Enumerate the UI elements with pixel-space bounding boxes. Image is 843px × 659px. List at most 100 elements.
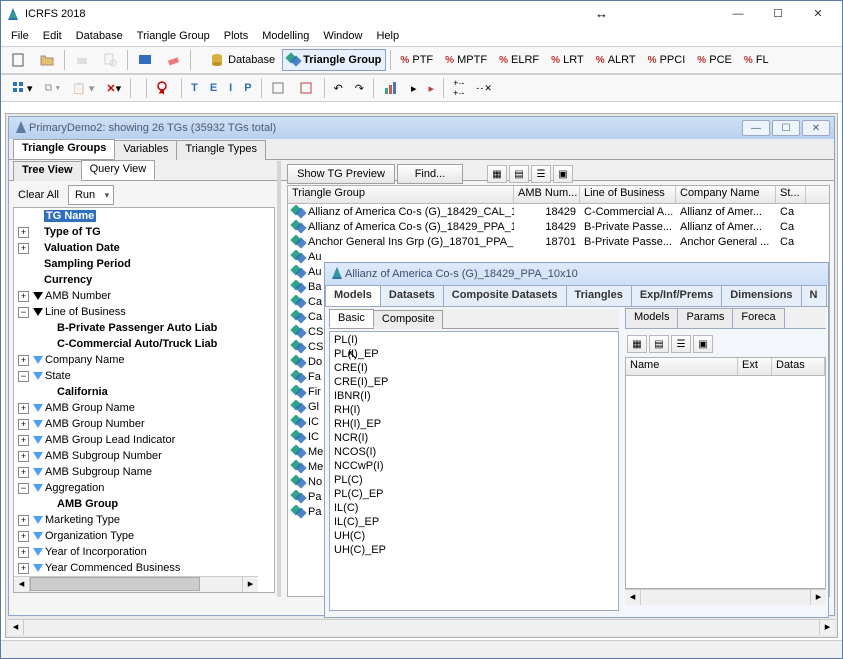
col-lob[interactable]: Line of Business: [580, 186, 676, 203]
tab-triangle-types[interactable]: Triangle Types: [176, 140, 266, 160]
tb-eraser-icon[interactable]: [160, 49, 186, 71]
tree-ycomm[interactable]: Year Commenced Business: [45, 562, 180, 574]
tree-agg[interactable]: Aggregation: [45, 482, 104, 494]
tb-book-icon[interactable]: [132, 49, 158, 71]
tb2-pm-icon[interactable]: +·-+·-: [448, 77, 469, 99]
tb2-redo-icon[interactable]: ↷: [350, 77, 369, 99]
list-item[interactable]: NCR(I): [334, 432, 614, 446]
tree-currency[interactable]: Currency: [44, 274, 92, 286]
child-minimize-button[interactable]: —: [742, 120, 770, 136]
pview-detail-icon[interactable]: ☰: [671, 335, 691, 353]
child-close-button[interactable]: ✕: [802, 120, 830, 136]
tree-tgname[interactable]: TG Name: [44, 210, 96, 222]
list-item[interactable]: PL(I)_EP: [334, 348, 614, 362]
tb2-copy-icon[interactable]: ⧉ ▾: [40, 77, 66, 99]
expand-icon[interactable]: +: [18, 531, 29, 542]
tree-amb-sgnum[interactable]: AMB Subgroup Number: [45, 450, 162, 462]
list-item[interactable]: RH(I): [334, 404, 614, 418]
col-st[interactable]: St...: [776, 186, 806, 203]
rcol-ext[interactable]: Ext: [738, 358, 772, 375]
tree-org[interactable]: Organization Type: [45, 530, 134, 542]
tb2-box1-icon[interactable]: [266, 77, 292, 99]
menu-window[interactable]: Window: [317, 28, 368, 44]
list-item[interactable]: IL(C): [334, 502, 614, 516]
ptab-dim[interactable]: Dimensions: [721, 285, 801, 306]
close-button[interactable]: ✕: [798, 3, 838, 25]
tb-new-icon[interactable]: [6, 49, 32, 71]
mdi-hscroll[interactable]: ◂ ▸: [8, 619, 835, 635]
subtab-composite[interactable]: Composite: [373, 310, 444, 329]
tab-query-view[interactable]: Query View: [81, 160, 156, 180]
tb2-ribbon-icon[interactable]: [151, 77, 177, 99]
find-button[interactable]: Find...: [397, 164, 463, 184]
table-row[interactable]: Allianz of America Co-s (G)_18429_PPA_1.…: [288, 219, 829, 234]
menu-edit[interactable]: Edit: [37, 28, 68, 44]
list-item[interactable]: PL(C)_EP: [334, 488, 614, 502]
tb2-i[interactable]: I: [224, 77, 237, 99]
tab-triangle-groups[interactable]: Triangle Groups: [13, 139, 115, 159]
tb2-p[interactable]: P: [239, 77, 256, 99]
tb2-undo-icon[interactable]: ↶: [329, 77, 348, 99]
rtab-foreca[interactable]: Foreca: [732, 308, 784, 329]
col-amb[interactable]: AMB Num...: [514, 186, 580, 203]
query-tree[interactable]: TG Name +Type of TG +Valuation Date Samp…: [13, 207, 275, 593]
list-item[interactable]: NCCwP(I): [334, 460, 614, 474]
tree-lob[interactable]: Line of Business: [45, 306, 126, 318]
minimize-button[interactable]: —: [718, 3, 758, 25]
view-detail-icon[interactable]: ☰: [531, 165, 551, 183]
expand-icon[interactable]: +: [18, 435, 29, 446]
tree-amb-gname[interactable]: AMB Group Name: [45, 402, 135, 414]
pview-list-icon[interactable]: ▤: [649, 335, 669, 353]
rcol-name[interactable]: Name: [626, 358, 738, 375]
view-tile-icon[interactable]: ▦: [487, 165, 507, 183]
list-item[interactable]: RH(I)_EP: [334, 418, 614, 432]
tree-amb-gnumber[interactable]: AMB Group Number: [45, 418, 145, 430]
rtab-params[interactable]: Params: [677, 308, 733, 329]
tree-california[interactable]: California: [57, 386, 108, 398]
tree-val-date[interactable]: Valuation Date: [44, 242, 120, 254]
tb2-t[interactable]: T: [186, 77, 203, 99]
tb2-arr2-icon[interactable]: ▸: [424, 77, 440, 99]
tree-state[interactable]: State: [45, 370, 71, 382]
collapse-icon[interactable]: −: [18, 371, 29, 382]
tb2-dashx-icon[interactable]: --✕: [471, 77, 498, 99]
expand-icon[interactable]: +: [18, 515, 29, 526]
rcol-datas[interactable]: Datas: [772, 358, 825, 375]
tab-variables[interactable]: Variables: [114, 140, 177, 160]
menu-tgroup[interactable]: Triangle Group: [131, 28, 216, 44]
maximize-button[interactable]: ☐: [758, 3, 798, 25]
expand-icon[interactable]: +: [18, 547, 29, 558]
pview-tile-icon[interactable]: ▦: [627, 335, 647, 353]
list-item[interactable]: CRE(I): [334, 362, 614, 376]
expand-icon[interactable]: +: [18, 563, 29, 574]
tb-ptf[interactable]: % PTF: [395, 49, 438, 71]
menu-help[interactable]: Help: [370, 28, 405, 44]
tree-lob-c[interactable]: C-Commercial Auto/Truck Liab: [57, 338, 217, 350]
tb2-arr1-icon[interactable]: ▸: [406, 77, 422, 99]
tb-print-icon[interactable]: [69, 49, 95, 71]
ptab-triangles[interactable]: Triangles: [566, 285, 632, 306]
tb2-e[interactable]: E: [205, 77, 222, 99]
list-item[interactable]: NCOS(I): [334, 446, 614, 460]
ptab-datasets[interactable]: Datasets: [380, 285, 444, 306]
ptab-comp-datasets[interactable]: Composite Datasets: [443, 285, 567, 306]
tree-company[interactable]: Company Name: [45, 354, 124, 366]
tree-mkt[interactable]: Marketing Type: [45, 514, 120, 526]
tb-open-icon[interactable]: [34, 49, 60, 71]
table-row[interactable]: Anchor General Ins Grp (G)_18701_PPA_...…: [288, 234, 829, 249]
tree-hscroll[interactable]: ◂ ▸: [14, 576, 258, 592]
tb-lrt[interactable]: % LRT: [546, 49, 589, 71]
tree-amb-number[interactable]: AMB Number: [45, 290, 111, 302]
tb-ppci[interactable]: % PPCI: [643, 49, 691, 71]
list-item[interactable]: PL(I): [334, 334, 614, 348]
tb-mptf[interactable]: % MPTF: [440, 49, 492, 71]
col-co[interactable]: Company Name: [676, 186, 776, 203]
model-listbox[interactable]: PL(I)PL(I)_EPCRE(I)CRE(I)_EPIBNR(I)RH(I)…: [329, 331, 619, 611]
tree-amb-glead[interactable]: AMB Group Lead Indicator: [45, 434, 175, 446]
table-row[interactable]: Allianz of America Co-s (G)_18429_CAL_1.…: [288, 204, 829, 219]
list-item[interactable]: IL(C)_EP: [334, 516, 614, 530]
expand-icon[interactable]: +: [18, 355, 29, 366]
child-maximize-button[interactable]: ☐: [772, 120, 800, 136]
clear-all-button[interactable]: Clear All: [13, 185, 64, 205]
menu-plots[interactable]: Plots: [218, 28, 254, 44]
